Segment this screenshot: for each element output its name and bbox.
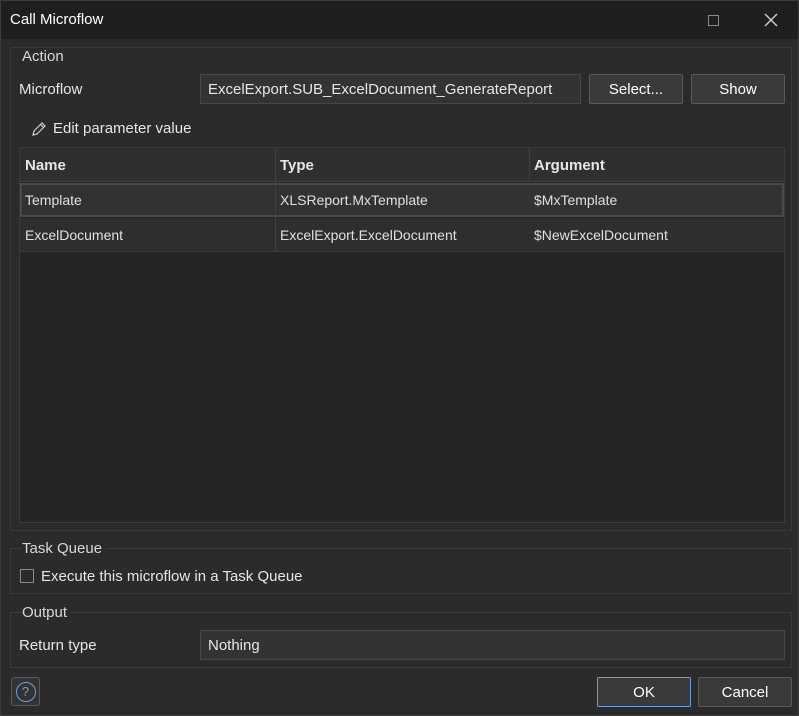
task-queue-checkbox-label[interactable]: Execute this microflow in a Task Queue — [41, 568, 303, 585]
column-divider[interactable] — [275, 148, 276, 252]
return-type-label: Return type — [19, 637, 97, 654]
cancel-button[interactable]: Cancel — [698, 677, 792, 707]
row-argument-cell: $MxTemplate — [534, 192, 618, 208]
return-type-field[interactable]: Nothing — [200, 630, 785, 660]
select-button[interactable]: Select... — [589, 74, 683, 104]
table-row[interactable]: ExcelDocument ExcelExport.ExcelDocument … — [20, 218, 784, 252]
help-icon: ? — [15, 681, 36, 702]
row-argument-cell: $NewExcelDocument — [534, 227, 668, 243]
ok-button[interactable]: OK — [597, 677, 691, 707]
action-group-label: Action — [22, 48, 64, 65]
edit-parameter-label: Edit parameter value — [53, 120, 192, 137]
show-button[interactable]: Show — [691, 74, 785, 104]
pencil-icon — [32, 121, 46, 136]
maximize-icon — [707, 14, 719, 26]
microflow-label: Microflow — [19, 81, 83, 98]
grid-header: Name Type Argument — [20, 148, 784, 182]
microflow-field[interactable]: ExcelExport.SUB_ExcelDocument_GenerateRe… — [200, 74, 581, 104]
task-queue-group-label: Task Queue — [22, 540, 107, 557]
column-header-type[interactable]: Type — [280, 157, 314, 174]
call-microflow-dialog: Call Microflow Action Microflow ExcelExp… — [0, 0, 799, 716]
maximize-button[interactable] — [691, 1, 735, 39]
parameters-grid: Name Type Argument Template XLSReport.Mx… — [19, 147, 785, 523]
row-type-cell: XLSReport.MxTemplate — [280, 192, 428, 208]
edit-parameter-button[interactable]: Edit parameter value — [31, 120, 191, 137]
close-icon — [764, 13, 778, 27]
row-name-cell: Template — [25, 192, 82, 208]
title-bar: Call Microflow — [1, 1, 798, 39]
help-button[interactable]: ? — [11, 677, 40, 706]
column-header-name[interactable]: Name — [25, 157, 66, 174]
row-type-cell: ExcelExport.ExcelDocument — [280, 227, 457, 243]
dialog-title: Call Microflow — [10, 11, 104, 28]
task-queue-checkbox[interactable] — [20, 569, 34, 583]
column-divider[interactable] — [529, 148, 530, 182]
output-group-label: Output — [22, 604, 72, 621]
table-row[interactable]: Template XLSReport.MxTemplate $MxTemplat… — [20, 183, 784, 217]
close-button[interactable] — [749, 1, 793, 39]
column-header-argument[interactable]: Argument — [534, 157, 605, 174]
row-name-cell: ExcelDocument — [25, 227, 124, 243]
